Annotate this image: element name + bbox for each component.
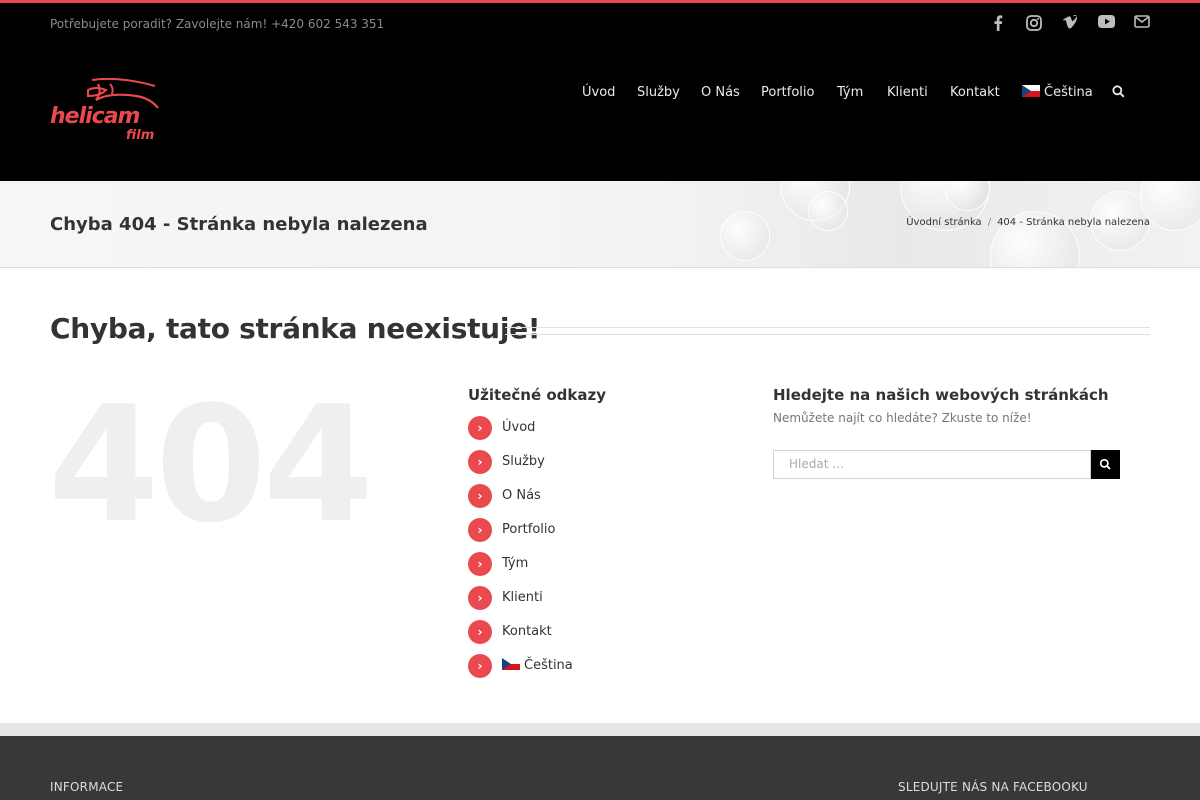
footer-info-heading: INFORMACE	[50, 780, 124, 794]
czech-flag-icon	[502, 658, 520, 670]
chevron-right-icon: ›	[468, 552, 492, 576]
nav-item-kontakt[interactable]: Kontakt	[950, 83, 1000, 103]
nav-item-o-nas[interactable]: O Nás	[701, 83, 740, 103]
czech-flag-icon	[1022, 85, 1040, 97]
language-label: Čeština	[1044, 85, 1093, 100]
facebook-icon[interactable]	[987, 15, 1009, 35]
chevron-right-icon: ›	[468, 484, 492, 508]
useful-links-heading: Užitečné odkazy	[468, 386, 607, 404]
logo-word: helicam	[50, 104, 140, 129]
email-icon[interactable]	[1131, 15, 1153, 35]
header: Potřebujete poradit? Zavolejte nám! +420…	[0, 3, 1200, 181]
nav-item-language[interactable]: Čeština	[1022, 83, 1093, 103]
search-heading: Hledejte na našich webových stránkách	[773, 386, 1109, 404]
page-title: Chyba 404 - Stránka nebyla nalezena	[50, 214, 428, 235]
breadcrumb: Úvodní stránka / 404 - Stránka nebyla nale…	[906, 217, 1150, 228]
footer-top-band	[0, 723, 1200, 736]
heading-separator	[505, 327, 1150, 335]
footer: INFORMACE SLEDUJTE NÁS NA FACEBOOKU	[0, 736, 1200, 800]
logo-subword: film	[126, 128, 155, 143]
nav-item-portfolio[interactable]: Portfolio	[761, 83, 814, 103]
nav-item-uvod[interactable]: Úvod	[582, 83, 615, 103]
footer-facebook-heading: SLEDUJTE NÁS NA FACEBOOKU	[898, 780, 1088, 794]
search-input[interactable]: Hledat …	[773, 450, 1091, 479]
nav-item-sluzby[interactable]: Služby	[637, 83, 680, 103]
helicam-logo[interactable]: helicam film	[50, 78, 160, 153]
chevron-right-icon: ›	[468, 654, 492, 678]
nav-item-tym[interactable]: Tým	[837, 83, 863, 103]
search-subtitle: Nemůžete najít co hledáte? Zkuste to níž…	[773, 411, 1032, 425]
chevron-right-icon: ›	[468, 586, 492, 610]
breadcrumb-current: 404 - Stránka nebyla nalezena	[997, 217, 1150, 228]
vimeo-icon[interactable]	[1059, 15, 1081, 35]
instagram-icon[interactable]	[1023, 15, 1045, 35]
chevron-right-icon: ›	[468, 518, 492, 542]
nav-item-klienti[interactable]: Klienti	[887, 83, 928, 103]
chevron-right-icon: ›	[468, 450, 492, 474]
search-icon	[1099, 458, 1111, 470]
search-icon[interactable]	[1112, 85, 1125, 105]
search-button[interactable]	[1091, 450, 1120, 479]
chevron-right-icon: ›	[468, 620, 492, 644]
bubble-decoration	[808, 191, 848, 231]
chevron-right-icon: ›	[468, 416, 492, 440]
youtube-icon[interactable]	[1095, 15, 1117, 35]
contact-text: Potřebujete poradit? Zavolejte nám! +420…	[50, 17, 385, 31]
page-title-bar: Chyba 404 - Stránka nebyla nalezena Úvod…	[0, 181, 1200, 268]
language-link-label: Čeština	[524, 658, 573, 673]
error-heading: Chyba, tato stránka neexistuje!	[50, 312, 541, 345]
breadcrumb-separator: /	[987, 217, 992, 228]
breadcrumb-home[interactable]: Úvodní stránka	[906, 217, 981, 228]
error-code: 404	[48, 371, 374, 558]
bubble-decoration	[720, 211, 770, 261]
